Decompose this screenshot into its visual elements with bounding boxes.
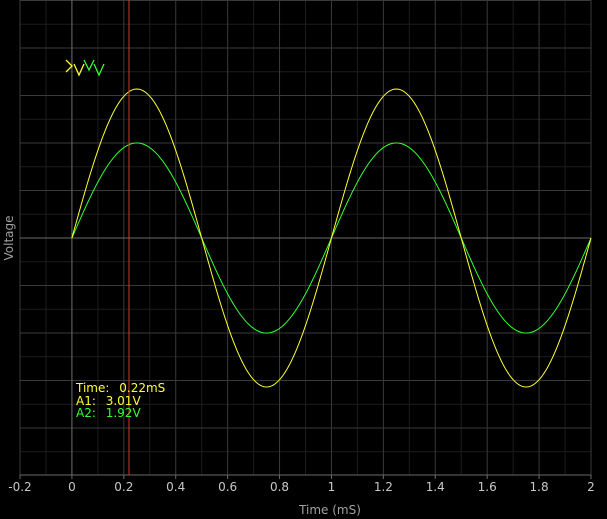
y-axis-label: Voltage	[2, 215, 16, 260]
svg-text:A2: 1.92V: A2: 1.92V	[76, 406, 141, 420]
x-tick-label: 1.6	[478, 480, 497, 494]
trigger-marker-a2-icon	[83, 59, 95, 72]
readout-a2-label: A2:	[76, 406, 96, 420]
x-tick-label: 0.2	[114, 480, 133, 494]
x-tick-label: 1.2	[374, 480, 393, 494]
svg-text:Time: 0.22mS: Time: 0.22mS	[75, 381, 165, 395]
x-tick-labels: -0.2 0 0.2 0.4 0.6 0.8 1 1.2 1.4 1.6 1.8 2	[8, 475, 595, 494]
trigger-marker-a1-icon	[65, 59, 73, 73]
oscilloscope-chart: -0.2 0 0.2 0.4 0.6 0.8 1 1.2 1.4 1.6 1.8 2 Time (mS…	[2, 0, 595, 517]
x-axis-label: Time (mS)	[298, 503, 361, 517]
readout-time-label: Time:	[75, 381, 109, 395]
readout-a2-value: 1.92V	[106, 406, 142, 420]
x-tick-label: 0	[68, 480, 76, 494]
x-tick-label: 0.6	[218, 480, 237, 494]
readout-time-value: 0.22mS	[119, 381, 165, 395]
x-tick-label: 2	[587, 480, 595, 494]
x-tick-label: 1.4	[426, 480, 445, 494]
x-tick-label: 1	[328, 480, 336, 494]
level-marker-a2-icon	[93, 63, 105, 77]
cursor-readout: Time: 0.22mS A1: 3.01V A2: 1.92V	[75, 381, 165, 420]
x-tick-label: 0.4	[166, 480, 185, 494]
level-marker-a1-icon	[73, 63, 85, 77]
x-tick-label: 1.8	[530, 480, 549, 494]
x-tick-label: 0.8	[270, 480, 289, 494]
x-tick-label: -0.2	[8, 480, 31, 494]
